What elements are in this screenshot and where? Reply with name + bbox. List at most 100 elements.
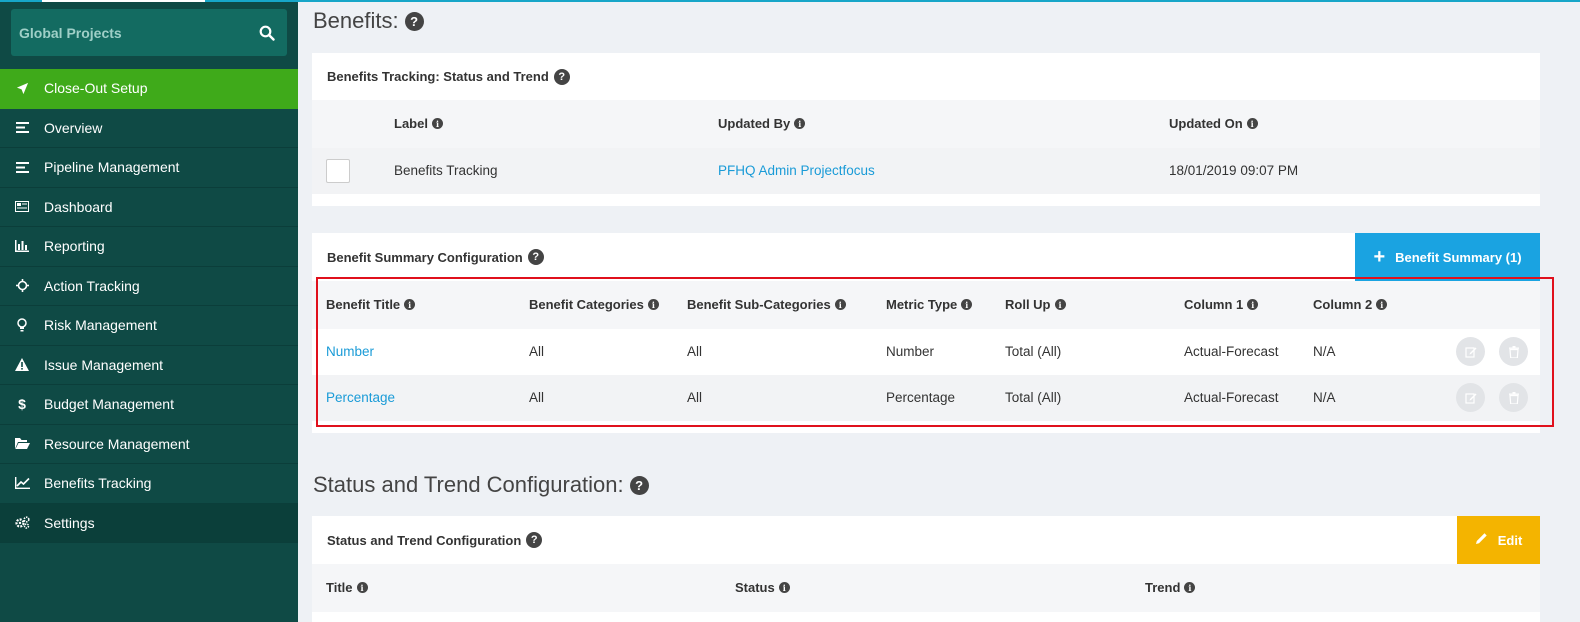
crosshair-icon xyxy=(0,279,44,293)
info-icon: i xyxy=(356,582,368,593)
dollar-icon: $ xyxy=(18,396,26,413)
panel-title: Benefit Summary Configuration xyxy=(327,249,523,265)
table-row: Number All All Number Total (All) Actual… xyxy=(312,329,1540,375)
column-2-value: N/A xyxy=(1313,390,1336,405)
edit-icon[interactable] xyxy=(1456,383,1485,412)
benefit-sub-categories: All xyxy=(687,344,703,359)
header-text: Column 1 xyxy=(1184,297,1244,312)
column-header-benefit-sub-categories[interactable]: Benefit Sub-Categories i xyxy=(687,297,846,312)
panel-header: Benefits Tracking: Status and Trend ? xyxy=(312,53,1540,100)
sidebar-item-label: Benefits Tracking xyxy=(44,475,152,492)
sidebar-item-overview[interactable]: Overview xyxy=(0,109,298,148)
help-icon[interactable]: ? xyxy=(553,68,570,85)
sidebar-item-label: Issue Management xyxy=(44,356,164,373)
dashboard-icon xyxy=(0,201,44,213)
header-text: Updated By xyxy=(718,116,791,131)
trash-icon[interactable] xyxy=(1499,337,1528,366)
sidebar-item-label: Settings xyxy=(44,514,95,531)
sidebar-item-dashboard[interactable]: Dashboard xyxy=(0,188,298,227)
bar-chart-icon xyxy=(0,240,44,253)
column-header-benefit-title[interactable]: Benefit Title i xyxy=(326,297,416,312)
benefit-title-link[interactable]: Number xyxy=(326,344,374,359)
info-icon: i xyxy=(1054,299,1066,310)
sidebar-item-label: Pipeline Management xyxy=(44,159,180,176)
sidebar-item-budget-management[interactable]: $ Budget Management xyxy=(0,385,298,425)
rocket-icon xyxy=(0,82,44,95)
column-header-title[interactable]: Title i xyxy=(326,580,368,595)
sidebar-item-resource-management[interactable]: Resource Management xyxy=(0,425,298,464)
info-icon: i xyxy=(1376,299,1388,310)
column-header-updated-by[interactable]: Updated By i xyxy=(718,116,806,131)
sidebar-item-benefits-tracking[interactable]: Benefits Tracking xyxy=(0,464,298,504)
info-icon: i xyxy=(794,118,806,129)
info-icon: i xyxy=(1247,299,1259,310)
metric-type: Number xyxy=(886,344,935,359)
status-trend-heading: Status and Trend Configuration: ? xyxy=(313,472,649,498)
warning-icon xyxy=(0,358,44,372)
benefit-sub-categories: All xyxy=(687,390,703,405)
edit-icon[interactable] xyxy=(1456,337,1485,366)
roll-up: Total (All) xyxy=(1005,344,1062,359)
header-text: Title xyxy=(326,580,353,595)
sidebar-item-label: Risk Management xyxy=(44,317,157,334)
sidebar-item-reporting[interactable]: Reporting xyxy=(0,227,298,267)
column-header-status[interactable]: Status i xyxy=(735,580,790,595)
column-header-roll-up[interactable]: Roll Up i xyxy=(1005,297,1066,312)
table-header: Title i Status i Trend i xyxy=(312,564,1540,612)
sidebar-item-label: Close-Out Setup xyxy=(44,80,148,97)
trash-icon[interactable] xyxy=(1499,383,1528,412)
row-label: Benefits Tracking xyxy=(394,163,498,178)
column-header-label[interactable]: Label i xyxy=(394,116,443,131)
column-header-updated-on[interactable]: Updated On i xyxy=(1169,116,1258,131)
info-icon: i xyxy=(1184,582,1196,593)
sidebar-item-issue-management[interactable]: Issue Management xyxy=(0,346,298,385)
updated-by-link[interactable]: PFHQ Admin Projectfocus xyxy=(718,163,875,178)
global-projects-search[interactable]: Global Projects xyxy=(11,9,287,56)
table-row: Percentage All All Percentage Total (All… xyxy=(312,375,1540,421)
table-row: Benefits Tracking PFHQ Admin Projectfocu… xyxy=(312,148,1540,194)
sidebar-nav: Close-Out Setup Overview Pipeline Manage… xyxy=(0,69,298,543)
add-benefit-summary-button[interactable]: + Benefit Summary (1) xyxy=(1355,233,1540,281)
sidebar-item-action-tracking[interactable]: Action Tracking xyxy=(0,267,298,306)
sidebar: Global Projects Close-Out Setup Overview… xyxy=(0,0,298,622)
sidebar-item-settings[interactable]: Settings xyxy=(0,503,298,543)
edit-button[interactable]: Edit xyxy=(1457,516,1540,564)
header-text: Benefit Categories xyxy=(529,297,644,312)
column-header-trend[interactable]: Trend i xyxy=(1145,580,1196,595)
help-icon[interactable]: ? xyxy=(526,532,543,548)
sidebar-item-pipeline-management[interactable]: Pipeline Management xyxy=(0,148,298,188)
sidebar-item-label: Overview xyxy=(44,119,103,136)
benefits-heading: Benefits: ? xyxy=(313,8,424,34)
folder-icon xyxy=(0,438,44,450)
search-label: Global Projects xyxy=(19,24,122,41)
panel-title: Status and Trend Configuration xyxy=(327,532,522,548)
status-trend-panel: Status and Trend Configuration ? Edit Ti… xyxy=(312,516,1540,622)
row-checkbox[interactable] xyxy=(326,159,350,183)
sidebar-top-accent xyxy=(42,0,205,2)
table-header: Label i Updated By i Updated On i xyxy=(312,100,1540,148)
updated-on: 18/01/2019 09:07 PM xyxy=(1169,163,1299,178)
panel-title: Benefits Tracking: Status and Trend xyxy=(327,69,549,84)
column-header-column-2[interactable]: Column 2i xyxy=(1313,297,1388,312)
sidebar-item-risk-management[interactable]: Risk Management xyxy=(0,306,298,346)
info-icon: i xyxy=(431,118,443,129)
button-label: Benefit Summary (1) xyxy=(1395,249,1522,265)
info-icon: i xyxy=(834,299,846,310)
pencil-icon xyxy=(1475,532,1488,548)
sidebar-item-close-out-setup[interactable]: Close-Out Setup xyxy=(0,69,298,109)
help-icon[interactable]: ? xyxy=(404,11,424,31)
column-header-metric-type[interactable]: Metric Type i xyxy=(886,297,973,312)
help-icon[interactable]: ? xyxy=(527,249,544,265)
benefit-title-link[interactable]: Percentage xyxy=(326,390,395,405)
header-text: Benefit Sub-Categories xyxy=(687,297,831,312)
roll-up: Total (All) xyxy=(1005,390,1062,405)
sidebar-item-label: Reporting xyxy=(44,238,105,255)
column-header-benefit-categories[interactable]: Benefit Categories i xyxy=(529,297,659,312)
column-header-column-1[interactable]: Column 1i xyxy=(1184,297,1259,312)
sidebar-item-label: Action Tracking xyxy=(44,277,140,294)
help-icon[interactable]: ? xyxy=(629,475,649,495)
sidebar-item-label: Budget Management xyxy=(44,396,174,413)
lightbulb-icon xyxy=(0,318,44,332)
search-icon[interactable] xyxy=(247,9,287,56)
benefit-categories: All xyxy=(529,344,545,359)
